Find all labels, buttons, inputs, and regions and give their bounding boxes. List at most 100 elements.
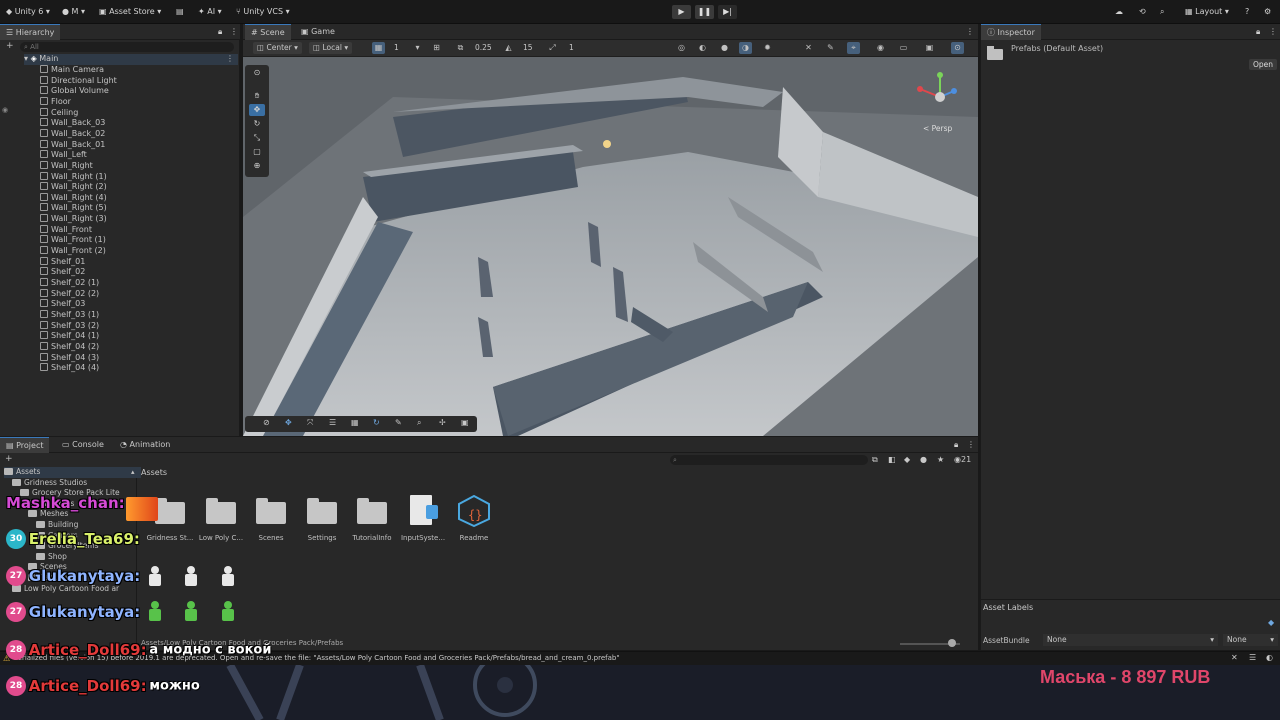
hierarchy-search-input[interactable]: ⌕ All xyxy=(20,42,234,52)
hierarchy-item[interactable]: Shelf_04 (1) xyxy=(40,331,99,342)
move-overlay-icon[interactable]: ✥ xyxy=(285,418,292,427)
lock-icon[interactable]: 🔒︎ xyxy=(218,25,222,39)
asset-bundle-dropdown[interactable]: None ▾ xyxy=(1043,634,1218,646)
hierarchy-item[interactable]: Shelf_02 (2) xyxy=(40,288,99,300)
hierarchy-item[interactable]: Shelf_04 (3) xyxy=(40,352,99,364)
hierarchy-item[interactable]: Wall_Front (1) xyxy=(40,235,106,246)
visibility-toggle-icon[interactable]: ⌖ xyxy=(847,42,860,54)
help-icon[interactable]: ? xyxy=(1245,5,1249,19)
hierarchy-item[interactable]: Wall_Right (1) xyxy=(40,171,107,183)
orbit-icon[interactable]: ⊘ xyxy=(263,418,270,427)
hierarchy-item[interactable]: Main Camera xyxy=(40,65,104,76)
hierarchy-item[interactable]: Wall_Left xyxy=(40,150,87,161)
tab-game[interactable]: ▣ Game xyxy=(295,24,341,40)
hierarchy-item[interactable]: Wall_Back_02 xyxy=(40,128,105,140)
scale-snap-icon[interactable]: ⤢ xyxy=(546,42,559,54)
hierarchy-item[interactable]: Global Volume xyxy=(40,86,109,97)
hidden-count[interactable]: ◉21 xyxy=(954,455,971,464)
debug-icon[interactable]: ✕ xyxy=(1231,653,1238,662)
tab-console[interactable]: ▭ Console xyxy=(56,437,110,453)
increment-snap-icon[interactable]: ⧉ xyxy=(454,42,467,54)
shading-icon[interactable]: ◐ xyxy=(696,42,709,54)
play-button[interactable]: ▶ xyxy=(672,5,691,19)
prefab-thumbnail-icon[interactable] xyxy=(220,566,236,586)
filter-type-icon[interactable]: ⧉ xyxy=(872,455,878,465)
hand-tool-icon[interactable]: ✋︎ xyxy=(249,90,265,102)
visibility-icon[interactable]: ◉ xyxy=(2,106,8,114)
progress-icon[interactable]: ☰ xyxy=(1249,653,1256,662)
package-manager-button[interactable]: ▤ xyxy=(176,5,184,19)
shaded-icon[interactable]: ● xyxy=(718,42,731,54)
hierarchy-item[interactable]: Shelf_02 (1) xyxy=(40,278,99,289)
grid-dropdown-icon[interactable]: ▾ xyxy=(411,42,424,54)
project-tree-item[interactable]: Shop xyxy=(36,552,67,563)
hierarchy-item[interactable]: Shelf_03 (2) xyxy=(40,320,99,332)
hierarchy-item[interactable]: Shelf_03 (1) xyxy=(40,309,99,321)
history-icon[interactable]: ⟲ xyxy=(1139,5,1146,19)
filter-label-icon[interactable]: ◧ xyxy=(888,455,896,464)
rotate-tool-icon[interactable]: ↻ xyxy=(249,118,265,130)
grid-overlay-icon[interactable]: ▦ xyxy=(351,418,359,427)
package-filter-icon[interactable]: ● xyxy=(920,455,927,464)
pause-button[interactable]: ❚❚ xyxy=(695,5,714,19)
settings-icon[interactable]: ⚙ xyxy=(1264,5,1271,19)
zoom-slider-thumb[interactable] xyxy=(948,639,956,647)
scene-menu-icon[interactable]: ⋮ xyxy=(226,54,234,65)
rotate-overlay-icon[interactable]: ↻ xyxy=(373,418,380,427)
rect-tool-icon[interactable]: ▢ xyxy=(249,146,265,158)
zoom-icon[interactable]: ⌕ xyxy=(417,418,421,428)
grid-toggle[interactable]: ▦ xyxy=(372,42,385,54)
tab-project[interactable]: ▤ Project xyxy=(0,437,50,453)
scene-viewport[interactable]: ⊙ ✋︎ ✥ ↻ ⤡ ▢ ⊕ < Persp ⊘ ✥ ⤧ ☰ ▦ ↻ ✎ ⌕ ✢… xyxy=(243,57,978,436)
2d-toggle-icon[interactable]: ◑ xyxy=(739,42,752,54)
align-icon[interactable]: ⤧ xyxy=(307,418,313,428)
hierarchy-item[interactable]: Directional Light xyxy=(40,75,117,87)
hierarchy-item[interactable]: Shelf_02 xyxy=(40,267,85,278)
gizmos-icon[interactable]: ▣ xyxy=(923,42,936,54)
prefab-thumbnail-icon[interactable] xyxy=(183,601,199,621)
hidden-objects-icon[interactable]: ◉ xyxy=(874,42,887,54)
ai-button[interactable]: ✦ AI ▾ xyxy=(198,5,222,19)
pan-icon[interactable]: ✢ xyxy=(439,418,446,427)
move-tool-icon[interactable]: ✥ xyxy=(249,104,265,116)
project-breadcrumb[interactable]: Assets xyxy=(141,468,167,477)
hierarchy-item[interactable]: Wall_Front (2) xyxy=(40,246,106,257)
open-button[interactable]: Open xyxy=(1249,59,1277,70)
prefab-thumbnail-icon[interactable] xyxy=(183,566,199,586)
camera-icon[interactable]: ▭ xyxy=(897,42,910,54)
label-tag-icon[interactable]: ◆ xyxy=(1268,618,1274,627)
hierarchy-item[interactable]: Wall_Right (4) xyxy=(40,192,107,204)
asset-item[interactable]: InputSyste... xyxy=(398,495,448,542)
scene-menu-icon[interactable]: ⋮ xyxy=(966,25,974,39)
step-button[interactable]: ▶| xyxy=(718,5,737,19)
user-button[interactable]: ● M ▾ xyxy=(62,5,85,19)
axis-gizmo[interactable] xyxy=(910,67,960,117)
paint-icon[interactable]: ✎ xyxy=(395,418,402,427)
asset-item[interactable]: {} Readme xyxy=(449,494,499,542)
collapse-icon[interactable]: ▴ xyxy=(131,468,135,476)
tab-hierarchy[interactable]: ☰ Hierarchy xyxy=(0,24,61,40)
audio-icon[interactable]: ✕ xyxy=(802,42,815,54)
add-icon[interactable]: + xyxy=(6,41,14,51)
hierarchy-item[interactable]: Floor xyxy=(40,96,71,108)
asset-item[interactable]: TutorialInfo xyxy=(347,495,397,542)
space-dropdown[interactable]: ◫ Local ▾ xyxy=(309,42,353,54)
project-search-input[interactable]: ⌕ xyxy=(670,455,868,465)
vcs-button[interactable]: ⑂ Unity VCS ▾ xyxy=(236,5,290,19)
hierarchy-item[interactable]: Wall_Back_03 xyxy=(40,118,105,129)
tag-icon[interactable]: ◆ xyxy=(904,455,910,464)
effects-icon[interactable]: ✎ xyxy=(824,42,837,54)
hierarchy-item[interactable]: Wall_Right xyxy=(40,160,93,172)
tab-scene[interactable]: # Scene xyxy=(245,24,291,40)
grid-size-value[interactable]: 1 xyxy=(394,42,399,54)
scene-root-row[interactable]: ▾ ◈ Main ⋮ xyxy=(24,54,238,65)
prefab-thumbnail-icon[interactable] xyxy=(147,566,163,586)
asset-item[interactable]: Low Poly C... xyxy=(196,495,246,542)
hierarchy-item[interactable]: Shelf_04 (2) xyxy=(40,341,99,353)
asset-item[interactable]: Settings xyxy=(297,495,347,542)
projection-label[interactable]: < Persp xyxy=(923,124,952,133)
prefab-thumbnail-icon[interactable] xyxy=(220,601,236,621)
snap-icon[interactable]: ⊞ xyxy=(430,42,443,54)
pivot-dropdown[interactable]: ◫ Center ▾ xyxy=(253,42,302,54)
notification-icon[interactable]: ◐ xyxy=(1266,653,1273,662)
